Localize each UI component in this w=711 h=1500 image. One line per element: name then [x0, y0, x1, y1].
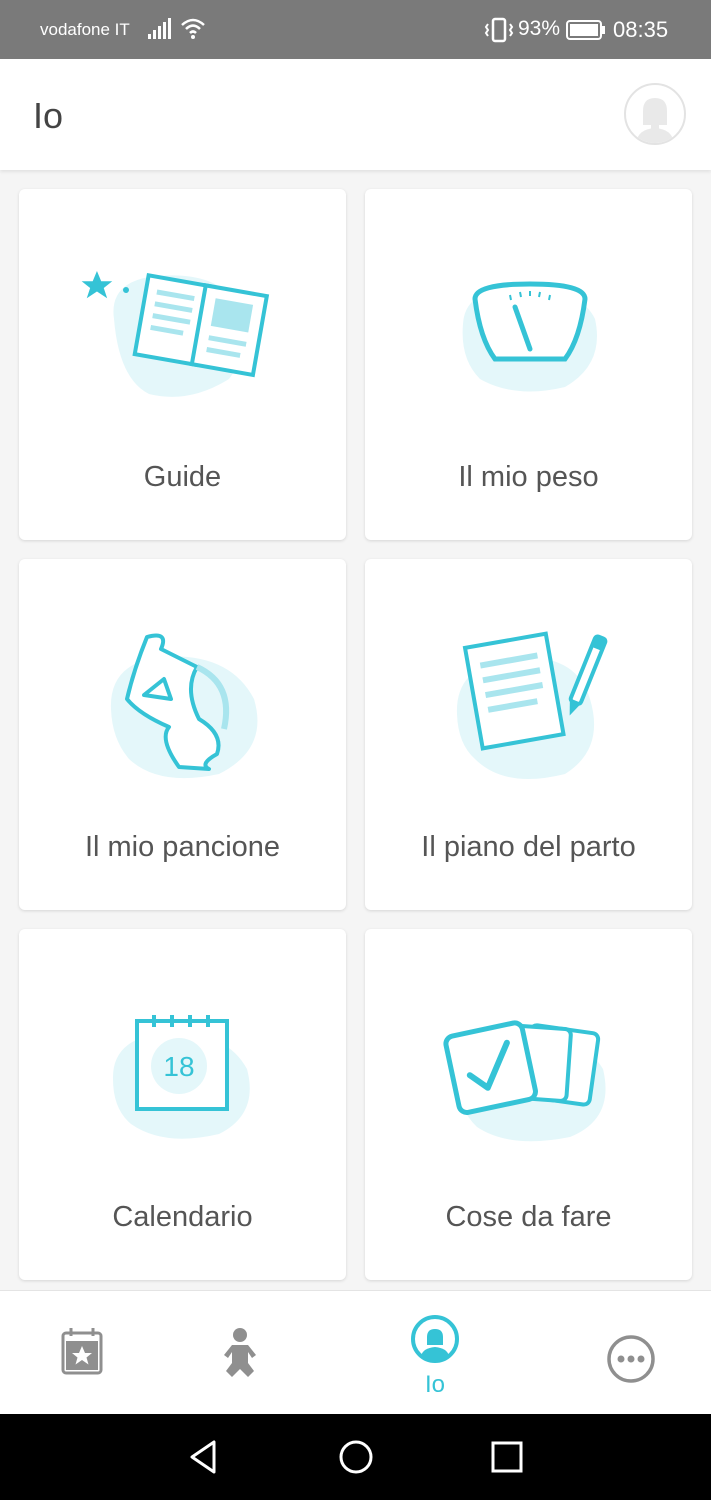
more-icon — [607, 1335, 655, 1383]
calendar-icon: 18 — [112, 1015, 250, 1139]
calendar-day: 18 — [163, 1051, 194, 1082]
profile-avatar-icon[interactable] — [624, 83, 686, 145]
card-label: Il mio pancione — [84, 831, 281, 863]
nav-profile[interactable]: Io — [395, 1291, 475, 1415]
battery-icon — [566, 20, 606, 45]
book-icon — [81, 271, 270, 397]
signal-icon — [148, 18, 172, 45]
card-todo[interactable]: Cose da fare — [365, 929, 692, 1280]
calendar-star-icon — [61, 1328, 103, 1375]
card-label: Cose da fare — [445, 1201, 612, 1233]
card-birth-plan[interactable]: Il piano del parto — [365, 559, 692, 910]
app-header: Io — [0, 59, 711, 170]
wifi-icon — [180, 17, 206, 46]
back-icon[interactable] — [184, 1437, 224, 1477]
vibrate-icon — [484, 17, 514, 48]
nav-more[interactable] — [591, 1291, 671, 1415]
card-weight[interactable]: Il mio peso — [365, 189, 692, 540]
battery-percent: 93% — [518, 17, 561, 40]
carrier-name: vodafone IT — [40, 20, 130, 39]
nav-baby[interactable] — [200, 1291, 280, 1415]
recents-icon[interactable] — [487, 1437, 527, 1477]
home-icon[interactable] — [336, 1437, 376, 1477]
page-title: Io — [33, 95, 64, 136]
card-belly[interactable]: Il mio pancione — [19, 559, 346, 910]
scale-icon — [462, 281, 597, 392]
card-guide[interactable]: Guide — [19, 189, 346, 540]
document-pen-icon — [456, 631, 608, 779]
card-calendar[interactable]: 18 Calendario — [19, 929, 346, 1280]
checklist-cards-icon — [443, 1020, 606, 1142]
nav-label-profile: Io — [424, 1371, 445, 1398]
system-nav-bar — [0, 1414, 711, 1500]
card-label: Guide — [143, 461, 222, 493]
clock: 08:35 — [613, 17, 669, 42]
bottom-nav: Io — [0, 1290, 711, 1414]
nav-calendar[interactable] — [42, 1291, 122, 1415]
card-label: Il piano del parto — [421, 831, 636, 863]
baby-icon — [224, 1328, 256, 1377]
pregnant-belly-icon — [110, 633, 258, 779]
card-label: Il mio peso — [458, 461, 599, 493]
status-bar: vodafone IT 93% 08:35 — [0, 0, 711, 59]
card-label: Calendario — [112, 1201, 253, 1233]
